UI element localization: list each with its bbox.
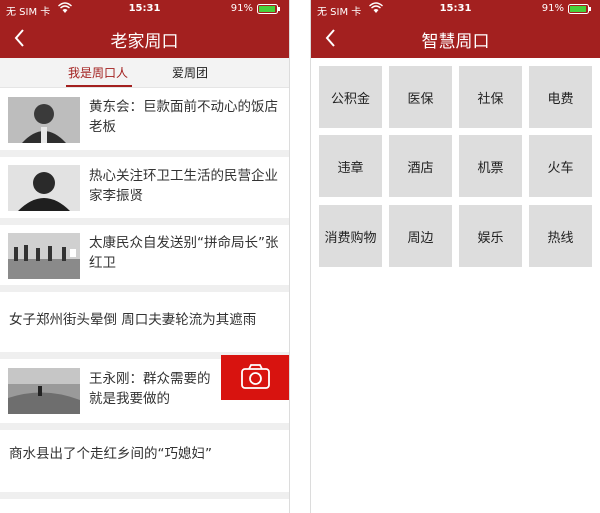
service-yibao[interactable]: 医保 bbox=[389, 66, 452, 128]
service-zhoubian[interactable]: 周边 bbox=[389, 205, 452, 267]
divider bbox=[0, 423, 289, 430]
service-jipiao[interactable]: 机票 bbox=[459, 135, 522, 197]
tab-wo-shi-zhoukou-ren[interactable]: 我是周口人 bbox=[68, 64, 128, 81]
divider bbox=[0, 285, 289, 292]
battery-percent: 91% bbox=[541, 3, 564, 14]
news-title: 太康民众自发送别“拼命局长”张红卫 bbox=[89, 235, 279, 271]
camera-icon bbox=[241, 364, 270, 389]
battery-percent: 91% bbox=[230, 3, 253, 14]
nav-bar: 智慧周口 bbox=[311, 18, 600, 58]
divider bbox=[0, 150, 289, 157]
news-item[interactable]: 太康民众自发送别“拼命局长”张红卫 bbox=[0, 225, 289, 285]
left-screen: 无 SIM 卡 15:31 91% 老家周口 我是周口人 爱周团 黄东会：巨款面… bbox=[0, 0, 290, 513]
service-jiudian[interactable]: 酒店 bbox=[389, 135, 452, 197]
status-bar: 无 SIM 卡 15:31 91% bbox=[0, 0, 289, 18]
news-title: 热心关注环卫工生活的民营企业家李振贤 bbox=[89, 168, 278, 204]
news-item[interactable]: 商水县出了个走红乡间的“巧媳妇” bbox=[0, 430, 289, 492]
service-huoche[interactable]: 火车 bbox=[529, 135, 592, 197]
flood-photo-icon bbox=[8, 368, 80, 414]
news-title: 王永刚：群众需要的就是我要做的 bbox=[89, 371, 211, 407]
crowd-photo-icon bbox=[8, 233, 80, 279]
battery-icon bbox=[257, 4, 280, 14]
page-title: 智慧周口 bbox=[421, 32, 490, 52]
news-thumbnail bbox=[8, 97, 80, 143]
news-thumbnail bbox=[8, 165, 80, 211]
active-tab-underline bbox=[66, 85, 132, 87]
page-title: 老家周口 bbox=[110, 32, 179, 52]
service-gongjijin[interactable]: 公积金 bbox=[319, 66, 382, 128]
news-title: 商水县出了个走红乡间的“巧媳妇” bbox=[9, 446, 212, 462]
service-dianfei[interactable]: 电费 bbox=[529, 66, 592, 128]
tab-bar: 我是周口人 爱周团 bbox=[0, 58, 289, 88]
status-bar: 无 SIM 卡 15:31 91% bbox=[311, 0, 600, 18]
news-item[interactable]: 女子郑州街头晕倒 周口夫妻轮流为其遮雨 bbox=[0, 292, 289, 352]
divider bbox=[0, 218, 289, 225]
portrait-photo-icon bbox=[8, 97, 80, 143]
camera-button[interactable] bbox=[221, 355, 289, 400]
service-shebao[interactable]: 社保 bbox=[459, 66, 522, 128]
news-title: 黄东会：巨款面前不动心的饭店老板 bbox=[89, 99, 278, 135]
news-item[interactable]: 黄东会：巨款面前不动心的饭店老板 bbox=[0, 88, 289, 150]
right-screen: 无 SIM 卡 15:31 91% 智慧周口 公积金 医保 社保 电费 违章 酒… bbox=[310, 0, 600, 513]
battery-icon bbox=[568, 4, 591, 14]
divider bbox=[0, 492, 289, 499]
news-thumbnail bbox=[8, 368, 80, 414]
news-title: 女子郑州街头晕倒 周口夫妻轮流为其遮雨 bbox=[9, 312, 257, 328]
portrait-photo-icon bbox=[8, 165, 80, 211]
tab-ai-zhou-tuan[interactable]: 爱周团 bbox=[172, 64, 208, 81]
news-thumbnail bbox=[8, 233, 80, 279]
service-weizhang[interactable]: 违章 bbox=[319, 135, 382, 197]
nav-bar: 老家周口 bbox=[0, 18, 289, 58]
service-yule[interactable]: 娱乐 bbox=[459, 205, 522, 267]
service-xiaofei-gouwu[interactable]: 消费购物 bbox=[319, 205, 382, 267]
service-rexian[interactable]: 热线 bbox=[529, 205, 592, 267]
news-item[interactable]: 热心关注环卫工生活的民营企业家李振贤 bbox=[0, 157, 289, 218]
